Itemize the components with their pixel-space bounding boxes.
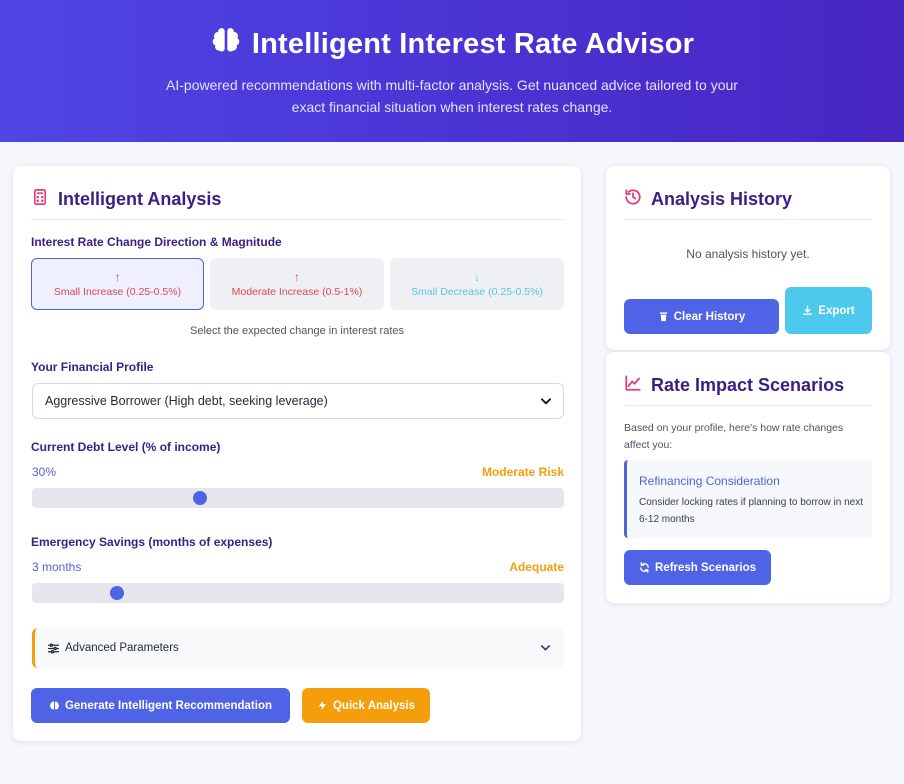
export-label: Export	[818, 304, 855, 317]
refresh-icon	[640, 562, 649, 573]
history-title-text: Analysis History	[651, 189, 793, 209]
debt-risk: Moderate Risk	[481, 465, 564, 479]
scenarios-intro: Based on your profile, here's how rate c…	[624, 422, 844, 451]
clear-history-button[interactable]: Clear History	[624, 299, 779, 334]
savings-label: Emergency Savings (months of expenses)	[31, 535, 273, 549]
chevron-down-icon	[540, 645, 551, 651]
quick-analysis-label: Quick Analysis	[332, 699, 416, 712]
direction-moderate-increase[interactable]: ↑ Moderate Increase (0.5-1%)	[210, 258, 384, 310]
scenarios-divider	[624, 405, 872, 406]
arrow-up-icon: ↑	[114, 269, 121, 284]
refresh-scenarios-button[interactable]: Refresh Scenarios	[624, 550, 771, 585]
page-header: Intelligent Interest Rate Advisor AI-pow…	[0, 0, 904, 142]
bolt-icon	[318, 700, 327, 711]
brain-icon	[49, 701, 60, 710]
quick-analysis-button[interactable]: Quick Analysis	[302, 688, 430, 723]
page-title: Intelligent Interest Rate Advisor	[251, 27, 695, 60]
analysis-title: Intelligent Analysis	[31, 188, 221, 211]
trash-icon	[659, 312, 667, 322]
arrow-down-icon: ↓	[474, 269, 480, 284]
profile-select[interactable]: Aggressive Borrower (High debt, seeking …	[32, 383, 564, 419]
history-icon	[624, 188, 642, 211]
analysis-title-text: Intelligent Analysis	[58, 189, 222, 209]
debt-slider[interactable]	[32, 488, 564, 508]
brain-icon	[210, 24, 242, 64]
savings-status: Adequate	[509, 560, 564, 574]
direction-label: Interest Rate Change Direction & Magnitu…	[31, 235, 282, 249]
savings-slider-thumb[interactable]	[110, 586, 124, 600]
direction-small-decrease[interactable]: ↓ Small Decrease (0.25-0.5%)	[390, 258, 564, 310]
scenario-item-title: Refinancing Consideration	[639, 474, 780, 488]
export-button[interactable]: Export	[785, 287, 872, 334]
refresh-scenarios-label: Refresh Scenarios	[655, 561, 756, 574]
history-empty-text: No analysis history yet.	[686, 247, 810, 261]
history-title: Analysis History	[624, 188, 792, 211]
chart-line-icon	[624, 374, 642, 397]
savings-value: 3 months	[32, 560, 82, 574]
scenario-item: Refinancing Consideration Consider locki…	[624, 460, 872, 538]
direction-small-increase[interactable]: ↑ Small Increase (0.25-0.5%)	[31, 258, 204, 310]
arrow-up-icon: ↑	[294, 269, 300, 284]
generate-recommendation-button[interactable]: Generate Intelligent Recommendation	[31, 688, 290, 723]
debt-label: Current Debt Level (% of income)	[31, 440, 221, 454]
profile-label: Your Financial Profile	[31, 360, 154, 374]
page-subtitle: AI-powered recommendations with multi-fa…	[166, 77, 738, 115]
scenarios-title-text: Rate Impact Scenarios	[651, 375, 845, 395]
advanced-parameters-label: Advanced Parameters	[65, 642, 179, 654]
debt-value: 30%	[32, 465, 57, 479]
download-icon	[803, 305, 813, 315]
direction-label-moderate-increase: Moderate Increase (0.5-1%)	[231, 285, 363, 298]
profile-select-value: Aggressive Borrower (High debt, seeking …	[45, 394, 328, 408]
analysis-divider	[31, 219, 564, 220]
generate-recommendation-label: Generate Intelligent Recommendation	[64, 699, 273, 712]
debt-slider-thumb[interactable]	[193, 491, 207, 505]
scenario-item-description: Consider locking rates if planning to bo…	[639, 497, 864, 525]
direction-hint: Select the expected change in interest r…	[189, 325, 405, 337]
chevron-down-icon	[540, 398, 552, 405]
advanced-parameters-toggle[interactable]: Advanced Parameters	[32, 628, 564, 668]
history-divider	[624, 219, 872, 220]
page-title-row: Intelligent Interest Rate Advisor	[0, 24, 904, 64]
clear-history-label: Clear History	[673, 310, 746, 323]
scenarios-title: Rate Impact Scenarios	[624, 374, 844, 397]
calculator-icon	[31, 188, 49, 211]
direction-label-small-increase: Small Increase (0.25-0.5%)	[53, 285, 182, 298]
sliders-icon	[47, 643, 60, 653]
savings-slider[interactable]	[32, 583, 564, 603]
direction-label-small-decrease: Small Decrease (0.25-0.5%)	[411, 285, 543, 298]
